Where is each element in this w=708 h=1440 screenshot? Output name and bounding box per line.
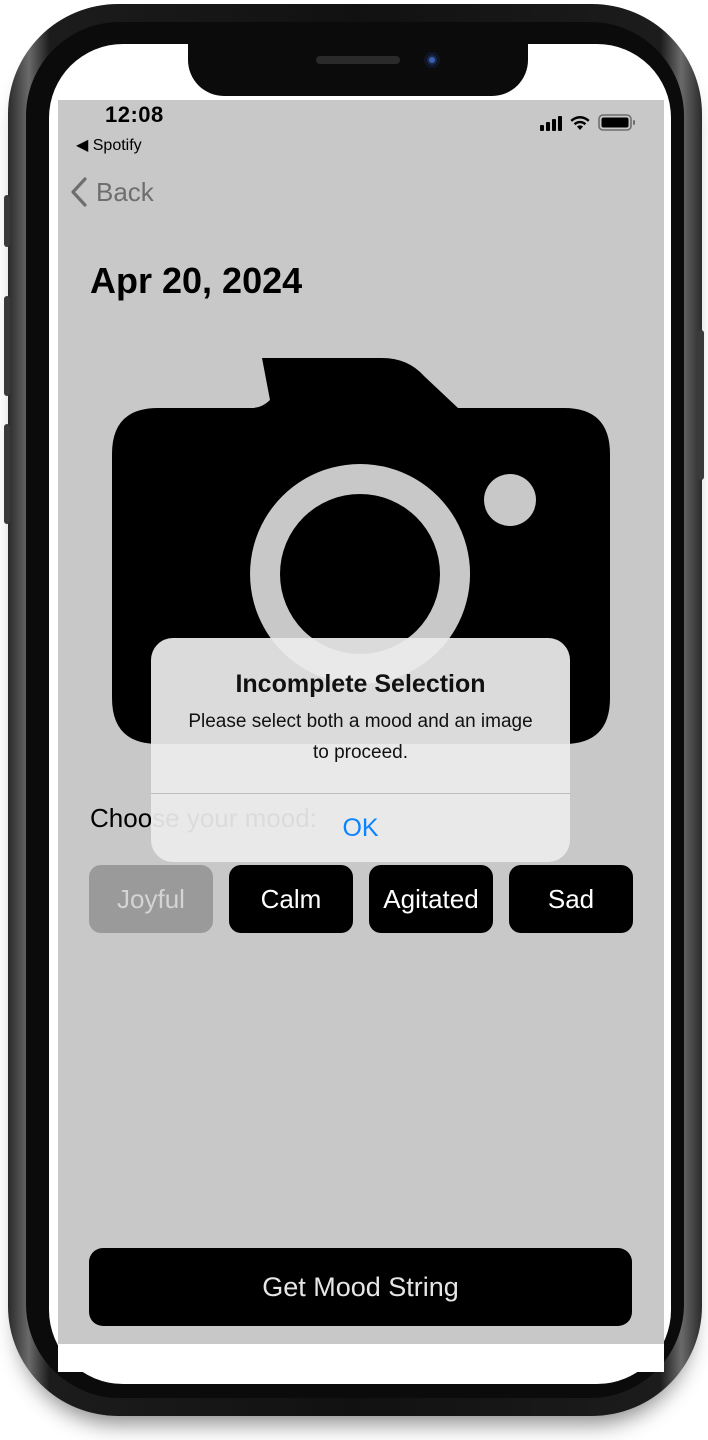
silent-switch xyxy=(4,195,10,247)
back-to-app-link[interactable]: ◀ Spotify xyxy=(76,135,142,155)
screen-bottom-edge xyxy=(58,1344,664,1372)
front-camera xyxy=(424,52,440,68)
alert-dialog: Incomplete Selection Please select both … xyxy=(151,638,570,862)
notch xyxy=(188,40,528,96)
volume-down-button xyxy=(4,424,10,524)
mood-button-sad[interactable]: Sad xyxy=(509,865,633,933)
mood-button-joyful[interactable]: Joyful xyxy=(89,865,213,933)
back-button-label: Back xyxy=(96,176,154,207)
chevron-left-icon xyxy=(71,177,87,207)
mood-button-calm[interactable]: Calm xyxy=(229,865,353,933)
page-title: Apr 20, 2024 xyxy=(90,260,303,301)
battery-icon xyxy=(598,114,636,131)
volume-up-button xyxy=(4,296,10,396)
alert-message: Please select both a mood and an image t… xyxy=(188,711,533,763)
speaker-grille xyxy=(316,56,400,64)
status-icons xyxy=(540,114,636,131)
get-mood-string-button[interactable]: Get Mood String xyxy=(89,1248,632,1326)
wifi-icon xyxy=(569,115,591,131)
status-time: 12:08 xyxy=(105,102,164,127)
app-screen: 12:08 ◀ Spotify Back Apr 20, 2024 Choose… xyxy=(58,100,664,1344)
mood-selector: Joyful Calm Agitated Sad xyxy=(89,865,633,933)
alert-ok-button[interactable]: OK xyxy=(151,794,570,862)
back-button[interactable]: Back xyxy=(70,176,154,208)
cellular-signal-icon xyxy=(540,116,562,131)
power-button xyxy=(698,330,704,480)
alert-title: Incomplete Selection xyxy=(235,670,486,698)
mood-button-agitated[interactable]: Agitated xyxy=(369,865,493,933)
